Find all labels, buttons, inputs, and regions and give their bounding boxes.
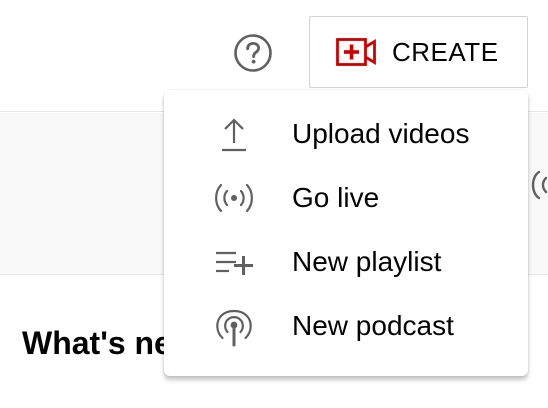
studio-page: CREATE What's ne Upload videos Go live N… [0,0,548,408]
create-button[interactable]: CREATE [309,16,528,88]
video-add-icon [336,38,376,66]
create-menu: Upload videos Go live New playlist New p… [164,90,528,376]
create-button-label: CREATE [392,36,499,67]
live-broadcast-icon [212,180,256,216]
menu-item-label: Go live [292,182,380,213]
menu-item-label: Upload videos [292,118,470,149]
upload-icon [212,116,256,152]
live-broadcast-icon [531,170,548,200]
section-title: What's ne [22,325,172,361]
menu-item-new-playlist[interactable]: New playlist [164,230,528,294]
help-circle-icon [234,34,272,72]
podcast-icon [212,308,256,347]
menu-item-new-podcast[interactable]: New podcast [164,294,528,358]
menu-item-go-live[interactable]: Go live [164,166,528,230]
menu-item-label: New playlist [292,246,442,277]
playlist-add-icon [212,244,256,280]
menu-item-label: New podcast [292,310,454,341]
help-button[interactable] [232,32,274,74]
menu-item-upload-videos[interactable]: Upload videos [164,102,528,166]
